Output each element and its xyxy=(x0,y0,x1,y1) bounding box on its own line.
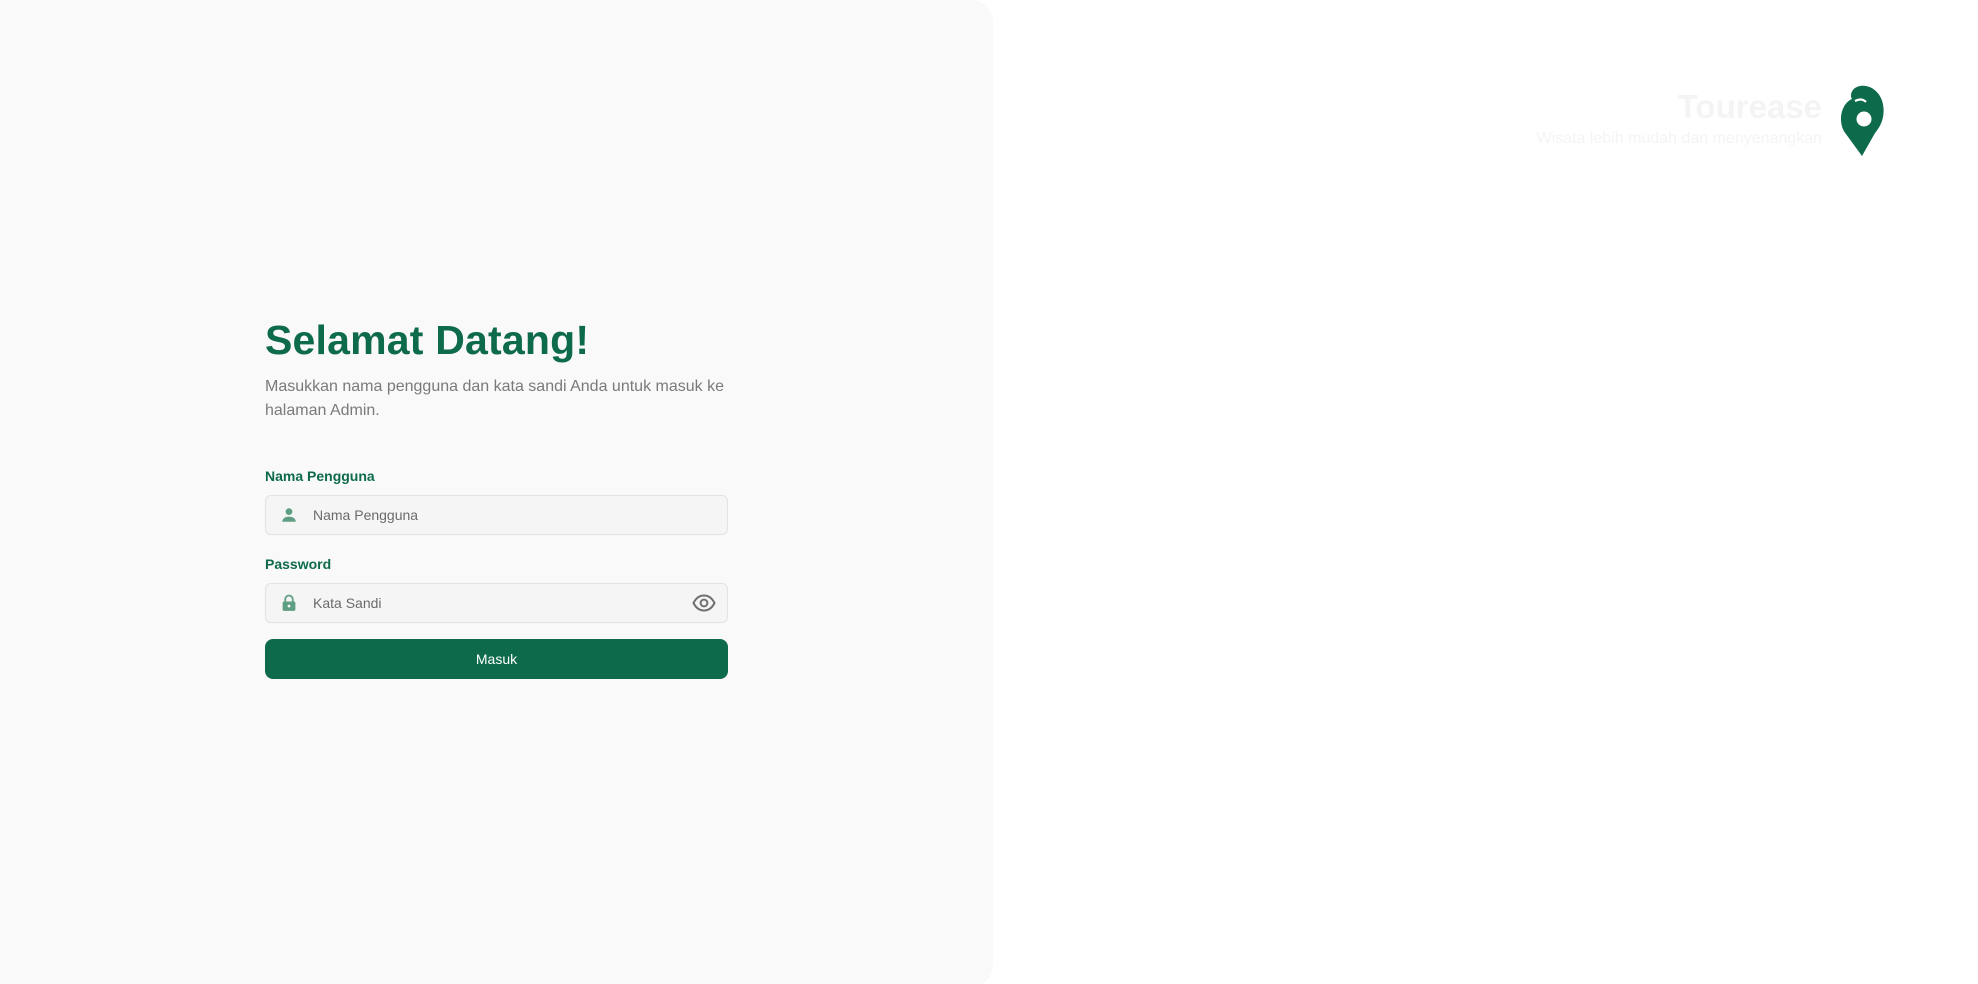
login-page: Selamat Datang! Masukkan nama pengguna d… xyxy=(0,0,1978,984)
eye-icon[interactable] xyxy=(692,593,716,613)
user-icon xyxy=(282,508,296,522)
username-label: Nama Pengguna xyxy=(265,468,375,484)
page-subtitle: Masukkan nama pengguna dan kata sandi An… xyxy=(265,378,724,419)
password-input[interactable] xyxy=(313,584,663,622)
login-form: Selamat Datang! Masukkan nama pengguna d… xyxy=(265,316,728,679)
page-title: Selamat Datang! xyxy=(265,317,590,363)
brand-block: Tourease Wisata lebih mudah dan menyenan… xyxy=(1536,88,1822,149)
password-label: Password xyxy=(265,556,332,572)
login-panel: Selamat Datang! Masukkan nama pengguna d… xyxy=(0,0,993,984)
username-input[interactable] xyxy=(313,496,663,534)
password-field xyxy=(265,583,728,623)
location-pin-logo-icon xyxy=(1840,85,1884,156)
login-button[interactable]: Masuk xyxy=(265,639,728,679)
brand-name: Tourease xyxy=(1677,88,1822,125)
username-field xyxy=(265,495,728,535)
brand-tagline: Wisata lebih mudah dan menyenangkan xyxy=(1536,130,1822,147)
lock-icon xyxy=(282,594,296,611)
